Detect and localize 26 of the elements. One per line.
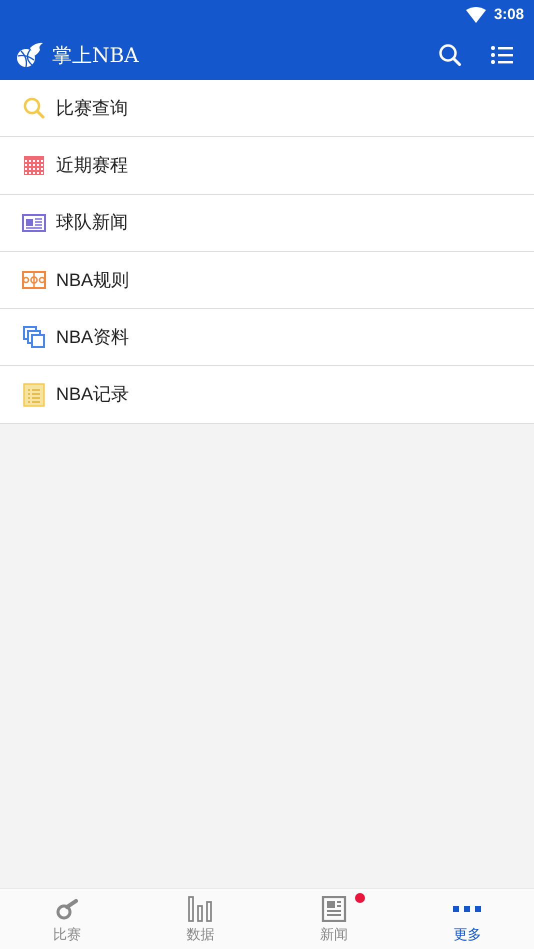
menu-item-label: 近期赛程 bbox=[56, 154, 128, 177]
logo-icon bbox=[16, 42, 44, 68]
menu-item-label: NBA规则 bbox=[56, 268, 130, 292]
menu-icon bbox=[491, 45, 513, 65]
copies-icon bbox=[22, 325, 46, 350]
app-title: 掌上NBA bbox=[52, 42, 139, 69]
menu-item[interactable]: NBA规则 bbox=[0, 252, 534, 310]
search-icon bbox=[438, 43, 462, 67]
bar-chart-icon bbox=[187, 896, 214, 922]
status-time: 3:08 bbox=[494, 4, 524, 25]
newspaper-icon bbox=[320, 896, 347, 922]
menu-item-label: NBA资料 bbox=[56, 326, 130, 349]
list-icon bbox=[22, 382, 46, 407]
menu-item[interactable]: 比赛查询 bbox=[0, 80, 534, 138]
more-icon bbox=[453, 906, 482, 912]
menu-item-label: 球队新闻 bbox=[56, 211, 128, 234]
menu-item[interactable]: NBA资料 bbox=[0, 309, 534, 366]
menu-item[interactable]: 近期赛程 bbox=[0, 137, 534, 195]
search-icon bbox=[22, 96, 46, 120]
menu-item[interactable]: 球队新闻 bbox=[0, 194, 534, 252]
menu-item-label: NBA记录 bbox=[56, 383, 130, 406]
menu-item-label: 比赛查询 bbox=[56, 96, 128, 120]
nav-tab[interactable]: 更多 bbox=[400, 889, 534, 949]
menu-item[interactable]: NBA记录 bbox=[0, 366, 534, 424]
wifi-icon bbox=[466, 7, 486, 23]
calendar-icon bbox=[22, 153, 46, 178]
